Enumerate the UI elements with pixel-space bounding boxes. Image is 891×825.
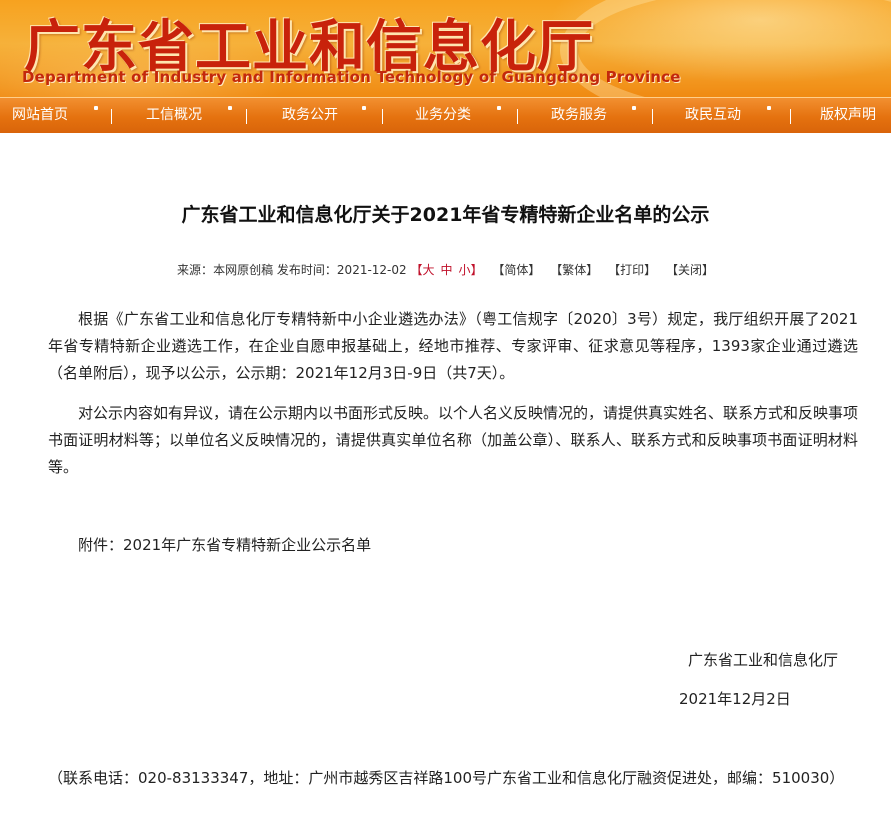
close-link[interactable]: 【关闭】 bbox=[666, 263, 714, 277]
article-title: 广东省工业和信息化厅关于2021年省专精特新企业名单的公示 bbox=[181, 204, 710, 226]
font-size-small-link[interactable]: 小 bbox=[459, 263, 471, 277]
nav-item-overview[interactable]: 工信概况 bbox=[146, 98, 202, 132]
font-size-medium-link[interactable]: 中 bbox=[441, 263, 453, 277]
nav-item-home[interactable]: 网站首页 bbox=[12, 98, 68, 132]
nav-item-public-affairs[interactable]: 政务公开 bbox=[282, 98, 338, 132]
publish-time: 2021-12-02 bbox=[336, 263, 407, 277]
nav-item-services[interactable]: 政务服务 bbox=[551, 98, 607, 132]
nav-item-business[interactable]: 业务分类 bbox=[415, 98, 471, 132]
nav-separator bbox=[246, 109, 247, 124]
nav-separator bbox=[517, 109, 518, 124]
nav-bullet-icon bbox=[362, 106, 366, 110]
source-label: 来源： bbox=[177, 263, 214, 277]
nav-item-copyright[interactable]: 版权声明 bbox=[820, 98, 876, 132]
nav-bullet-icon bbox=[767, 106, 771, 110]
publish-label: 发布时间： bbox=[276, 263, 337, 277]
main-nav: 网站首页 工信概况 政务公开 业务分类 政务服务 政民互动 版权声明 bbox=[0, 97, 891, 133]
signature-org: 广东省工业和信息化厅 bbox=[688, 651, 839, 669]
nav-separator bbox=[790, 109, 791, 124]
font-size-open: 【 bbox=[410, 263, 423, 277]
nav-bullet-icon bbox=[632, 106, 636, 110]
traditional-link[interactable]: 【繁体】 bbox=[550, 263, 598, 277]
nav-separator bbox=[382, 109, 383, 124]
nav-bullet-icon bbox=[228, 106, 232, 110]
print-link[interactable]: 【打印】 bbox=[608, 263, 656, 277]
site-banner: 广东省工业和信息化厅 Department of Industry and In… bbox=[0, 0, 891, 97]
source-value: 本网原创稿 bbox=[213, 263, 274, 277]
nav-bullet-icon bbox=[497, 106, 501, 110]
contact-info: （联系电话：020-83133347，地址：广州市越秀区吉祥路100号广东省工业… bbox=[48, 769, 845, 787]
nav-separator bbox=[111, 109, 112, 124]
nav-item-interaction[interactable]: 政民互动 bbox=[685, 98, 741, 132]
article-meta: 来源：本网原创稿 发布时间：2021-12-02 【大中小】 【简体】 【繁体】… bbox=[0, 261, 891, 278]
nav-bullet-icon bbox=[94, 106, 98, 110]
article-paragraph: 对公示内容如有异议，请在公示期内以书面形式反映。以个人名义反映情况的，请提供真实… bbox=[48, 404, 859, 476]
nav-separator bbox=[652, 109, 653, 124]
simplified-link[interactable]: 【简体】 bbox=[492, 263, 540, 277]
site-subtitle: Department of Industry and Information T… bbox=[22, 68, 681, 86]
signature-date: 2021年12月2日 bbox=[679, 690, 791, 708]
font-size-close: 】 bbox=[470, 263, 483, 277]
font-size-large-link[interactable]: 大 bbox=[423, 263, 435, 277]
attachment-link[interactable]: 附件：2021年广东省专精特新企业公示名单 bbox=[78, 534, 371, 555]
article-paragraph: 根据《广东省工业和信息化厅专精特新中小企业遴选办法》（粤工信规字〔2020〕3号… bbox=[48, 310, 858, 382]
